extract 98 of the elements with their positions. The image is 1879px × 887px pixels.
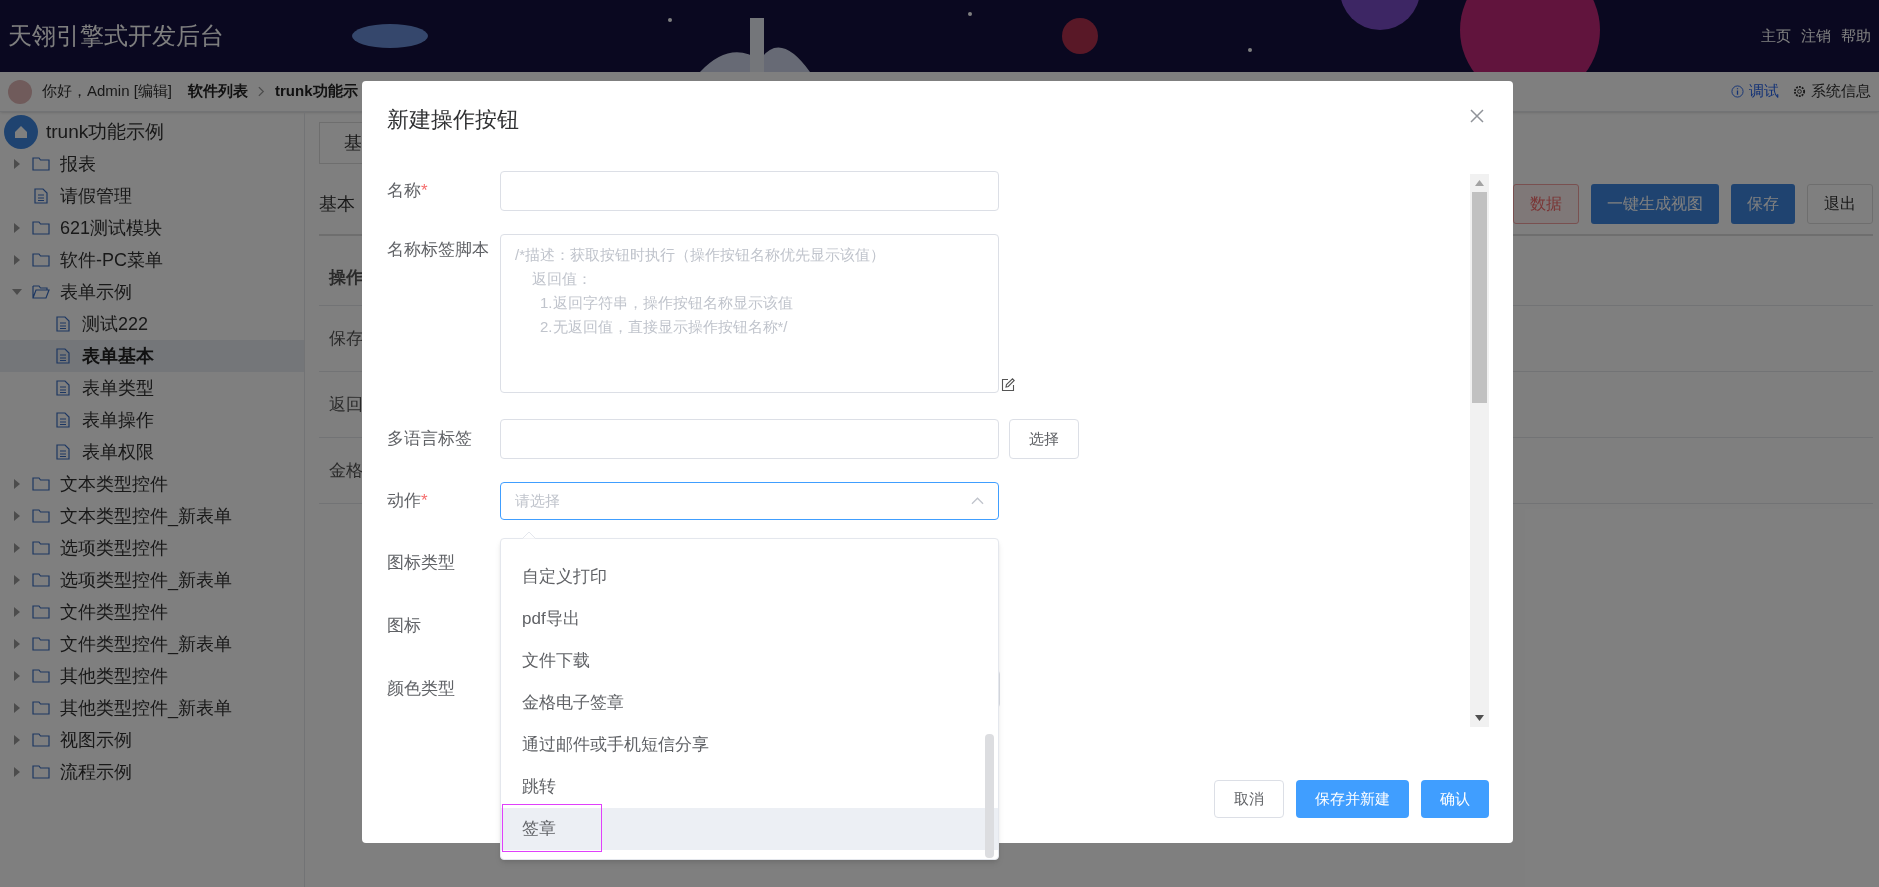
caret-icon[interactable] <box>12 287 22 297</box>
tree-item[interactable]: 视图示例 <box>0 724 304 756</box>
caret-icon[interactable] <box>12 767 22 777</box>
close-icon[interactable] <box>1470 109 1484 123</box>
dropdown-option[interactable]: 文件下载 <box>501 640 998 682</box>
field-label: 颜色类型 <box>387 678 456 701</box>
home-icon <box>4 115 38 149</box>
folder-icon <box>32 604 50 620</box>
tree-item[interactable]: 文本类型控件_新表单 <box>0 500 304 532</box>
tree-item[interactable]: 选项类型控件_新表单 <box>0 564 304 596</box>
edit-icon[interactable] <box>1001 378 1015 392</box>
tree-item[interactable]: 表单示例 <box>0 276 304 308</box>
folder-icon <box>32 156 50 172</box>
tree-item[interactable]: 请假管理 <box>0 180 304 212</box>
tree-item[interactable]: 表单权限 <box>0 436 304 468</box>
caret-icon[interactable] <box>12 607 22 617</box>
caret-icon[interactable] <box>12 255 22 265</box>
scroll-up-icon[interactable] <box>1475 180 1484 186</box>
dropdown-option[interactable]: pdf导出 <box>501 598 998 640</box>
app-title: 天翎引擎式开发后台 <box>8 21 224 51</box>
field-label: 图标类型 <box>387 552 456 575</box>
tree-item[interactable]: 其他类型控件_新表单 <box>0 692 304 724</box>
button[interactable]: 确认 <box>1421 780 1489 818</box>
dropdown-option[interactable]: 跳转 <box>501 766 998 808</box>
tree-item[interactable]: 流程示例 <box>0 756 304 788</box>
caret-icon[interactable] <box>12 575 22 585</box>
breadcrumb-link[interactable]: trunk功能示 <box>275 80 358 103</box>
caret-icon[interactable] <box>12 671 22 681</box>
script-textarea[interactable]: /*描述：获取按钮时执行（操作按钮名称优先显示该值） 返回值： 1.返回字符串，操作按钮名称显示该值 2.无返回值，直接显示操作按钮名称*/ <box>500 234 999 393</box>
section-title: 基本 <box>319 192 355 216</box>
tree-item[interactable]: 文件类型控件_新表单 <box>0 628 304 660</box>
folder-icon <box>32 572 50 588</box>
input-field[interactable] <box>500 419 999 459</box>
document-icon <box>54 444 72 460</box>
caret-icon[interactable] <box>12 735 22 745</box>
caret-icon[interactable] <box>12 703 22 713</box>
nav-link[interactable]: 主页 <box>1761 24 1791 48</box>
tree-root[interactable]: trunk功能示例 <box>46 117 165 147</box>
folder-icon <box>32 636 50 652</box>
button[interactable]: 保存 <box>1731 184 1795 224</box>
field-label: 图标 <box>387 615 422 638</box>
tree-item[interactable]: 表单类型 <box>0 372 304 404</box>
folder-icon <box>32 668 50 684</box>
tree-item[interactable]: 选项类型控件 <box>0 532 304 564</box>
tree-item[interactable]: 其他类型控件 <box>0 660 304 692</box>
tree-item[interactable]: 表单操作 <box>0 404 304 436</box>
folder-icon <box>32 700 50 716</box>
document-icon <box>54 380 72 396</box>
nav-link[interactable]: 帮助 <box>1841 24 1871 48</box>
field-label: 名称* <box>387 180 429 203</box>
scrollbar[interactable] <box>1470 174 1489 727</box>
document-icon <box>32 188 50 204</box>
caret-icon[interactable] <box>12 159 22 169</box>
folder-icon <box>32 284 50 300</box>
dropdown-option[interactable]: 自定义打印 <box>501 556 998 598</box>
folder-icon <box>32 252 50 268</box>
chevron-icon <box>258 86 266 97</box>
folder-icon <box>32 732 50 748</box>
tree-item[interactable]: 621测试模块 <box>0 212 304 244</box>
select-button[interactable]: 选择 <box>1009 419 1079 459</box>
tree-item[interactable]: 文件类型控件 <box>0 596 304 628</box>
input-field[interactable] <box>500 171 999 211</box>
dropdown-option[interactable]: 通过邮件或手机短信分享 <box>501 724 998 766</box>
toolbar-link[interactable]: 调试 <box>1731 80 1779 103</box>
button[interactable]: 取消 <box>1214 780 1284 818</box>
toolbar-link[interactable]: 系统信息 <box>1793 80 1871 103</box>
folder-icon <box>32 220 50 236</box>
dropdown-option[interactable]: 金格电子签章 <box>501 682 998 724</box>
caret-icon[interactable] <box>12 511 22 521</box>
caret-icon[interactable] <box>12 639 22 649</box>
chevron-icon <box>971 497 984 505</box>
nav-link[interactable]: 注销 <box>1801 24 1831 48</box>
folder-icon <box>32 764 50 780</box>
tree-item[interactable]: 软件-PC菜单 <box>0 244 304 276</box>
tree-item[interactable]: 报表 <box>0 148 304 180</box>
button[interactable]: 保存并新建 <box>1296 780 1409 818</box>
caret-icon[interactable] <box>12 223 22 233</box>
caret-icon[interactable] <box>12 543 22 553</box>
document-icon <box>54 412 72 428</box>
breadcrumb-link[interactable]: 软件列表 <box>188 80 249 103</box>
document-icon <box>54 348 72 364</box>
folder-icon <box>32 508 50 524</box>
button[interactable]: 一键生成视图 <box>1591 184 1719 224</box>
scroll-thumb[interactable] <box>985 734 994 858</box>
caret-icon[interactable] <box>12 479 22 489</box>
avatar <box>8 79 32 104</box>
tree-item[interactable]: 文本类型控件 <box>0 468 304 500</box>
folder-icon <box>32 476 50 492</box>
greeting-text: 你好，Admin [编辑] <box>42 81 173 102</box>
folder-icon <box>32 540 50 556</box>
settings-icon <box>1793 85 1806 98</box>
document-icon <box>54 316 72 332</box>
tree-item[interactable]: 测试222 <box>0 308 304 340</box>
dropdown-option[interactable]: 签章 <box>501 808 998 850</box>
tree-item[interactable]: 表单基本 <box>0 340 304 372</box>
scroll-down-icon[interactable] <box>1475 715 1484 721</box>
button[interactable]: 退出 <box>1807 184 1873 224</box>
info-icon <box>1731 85 1744 98</box>
